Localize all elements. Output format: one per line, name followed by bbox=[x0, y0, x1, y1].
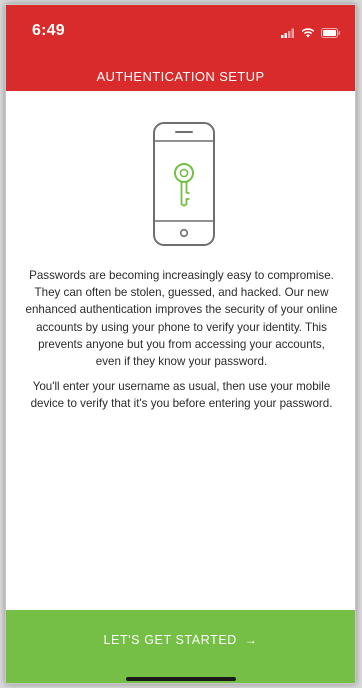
status-time: 6:49 bbox=[32, 22, 65, 39]
status-icons bbox=[281, 25, 341, 43]
wifi-icon bbox=[301, 25, 315, 43]
battery-icon bbox=[321, 25, 341, 43]
signal-icon bbox=[281, 25, 295, 43]
phone-with-key-icon bbox=[152, 121, 216, 247]
home-indicator[interactable] bbox=[126, 677, 236, 681]
description-text: Passwords are becoming increasingly easy… bbox=[24, 267, 339, 421]
description-paragraph-1: Passwords are becoming increasingly easy… bbox=[25, 269, 338, 369]
status-bar: 6:49 bbox=[6, 5, 355, 45]
phone-screen: 6:49 AUTHENTICATION SETUP Passwords are … bbox=[5, 4, 356, 684]
description-paragraph-2: You'll enter your username as usual, the… bbox=[30, 380, 333, 411]
get-started-text: LET'S GET STARTED bbox=[103, 633, 237, 647]
arrow-right-icon: → bbox=[244, 633, 258, 647]
app-header: 6:49 AUTHENTICATION SETUP bbox=[6, 5, 355, 91]
get-started-label: LET'S GET STARTED → bbox=[6, 633, 355, 647]
page-title: AUTHENTICATION SETUP bbox=[96, 69, 265, 84]
get-started-button[interactable]: LET'S GET STARTED → bbox=[6, 610, 355, 683]
